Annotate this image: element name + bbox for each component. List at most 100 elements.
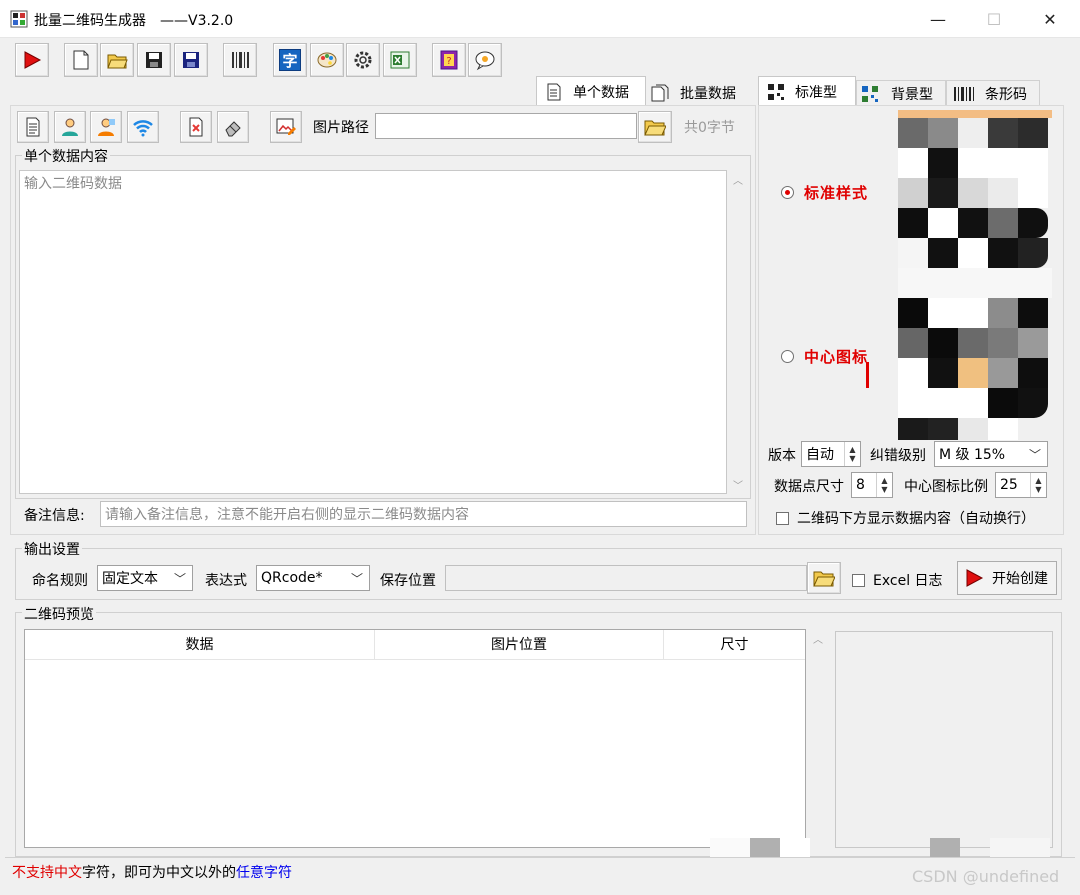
column-header-image-location[interactable]: 图片位置 [375,630,664,659]
dot-size-spin-arrows[interactable]: ▲ ▼ [876,473,892,497]
excel-log-option[interactable]: Excel 日志 [852,570,943,590]
ecc-select[interactable]: M 级 15% ﹀ [934,441,1048,467]
documents-icon [651,84,669,102]
maximize-button[interactable]: ☐ [966,0,1022,38]
browse-save-button[interactable] [807,562,841,594]
preview-image-box [835,631,1053,848]
settings-icon [354,51,372,69]
center-ratio-spinner[interactable]: 25 ▲ ▼ [995,472,1047,498]
qr-small-icon [768,83,784,100]
standard-style-label: 标准样式 [804,184,869,202]
settings-button[interactable] [346,43,380,77]
textarea-scrollbar[interactable]: ︿ ﹀ [728,170,748,494]
svg-text:?: ? [446,56,451,67]
barcode-icon [954,86,974,101]
maximize-icon: ☐ [986,9,1002,29]
window-title: 批量二维码生成器 ——V3.2.0 [34,13,234,29]
show-data-checkbox[interactable] [776,511,789,525]
tab-barcode[interactable]: 条形码 [946,80,1040,106]
save-location-input[interactable] [445,565,807,591]
show-data-option[interactable]: 二维码下方显示数据内容（自动换行） [776,508,1035,528]
scroll-down-icon[interactable]: ﹀ [733,477,743,492]
show-data-label: 二维码下方显示数据内容（自动换行） [797,511,1035,527]
browse-image-button[interactable] [638,111,672,143]
tab-background[interactable]: 背景型 [856,80,946,106]
center-icon-option[interactable]: 中心图标 [781,346,868,367]
ecc-value: M 级 15% [939,447,1006,463]
open-button[interactable] [100,43,134,77]
save-icon [146,52,162,68]
wifi-icon [133,120,153,137]
version-value: 自动 [806,447,834,463]
status-text-blue: 任意字符 [236,865,292,881]
feedback-button[interactable] [468,43,502,77]
tab-single-data[interactable]: 单个数据 [536,76,646,106]
minimize-button[interactable]: — [910,0,966,38]
tab-batch-data[interactable]: 批量数据 [646,80,754,106]
run-button[interactable] [15,43,49,77]
new-button[interactable] [64,43,98,77]
close-button[interactable]: ✕ [1022,0,1078,38]
excel-log-label: Excel 日志 [873,573,943,589]
image-edit-icon [276,118,296,135]
excel-log-checkbox[interactable] [852,573,865,587]
naming-rule-select[interactable]: 固定文本 ﹀ [97,565,193,591]
standard-style-option[interactable]: 标准样式 [781,182,868,203]
output-settings-label: 输出设置 [22,539,82,559]
clear-button[interactable] [180,111,212,143]
font-button[interactable]: 字 [273,43,307,77]
qr-data-textarea[interactable]: 输入二维码数据 [19,170,727,494]
chevron-down-icon: ﹀ [1028,448,1041,462]
app-icon [10,10,28,28]
play-icon [24,51,42,69]
watermark: CSDN @undefined [912,867,1060,886]
column-header-data[interactable]: 数据 [25,630,375,659]
center-icon-radio[interactable] [781,350,794,363]
new-file-icon [73,50,89,70]
scroll-up-icon[interactable]: ︿ [733,172,743,187]
text-file-icon [26,117,40,137]
preview-group-label: 二维码预览 [22,604,96,624]
column-header-size[interactable]: 尺寸 [664,630,805,659]
contact-card-button[interactable] [54,111,86,143]
start-create-button[interactable]: 开始创建 [957,561,1057,595]
font-icon: 字 [279,49,301,71]
folder-icon [644,120,666,136]
expression-select[interactable]: QRcode* ﹀ [256,565,370,591]
close-icon: ✕ [1043,9,1057,29]
person-blue-icon [62,118,78,136]
qr-data-placeholder: 输入二维码数据 [24,176,122,192]
vcard-button[interactable] [90,111,122,143]
center-ratio-spin-arrows[interactable]: ▲ ▼ [1030,473,1046,497]
qr-preview-image [898,110,1052,440]
eraser-button[interactable] [217,111,249,143]
save-as-button[interactable] [174,43,208,77]
chat-icon [475,51,495,71]
dot-size-spinner[interactable]: 8 ▲ ▼ [851,472,893,498]
status-text-red: 不支持中文 [12,865,82,881]
center-ratio-value: 25 [1000,477,1018,493]
color-button[interactable] [310,43,344,77]
version-spinner[interactable]: 自动 ▲ ▼ [801,441,861,467]
preview-scrollbar[interactable]: ︿ [808,629,828,848]
note-input[interactable]: 请输入备注信息，注意不能开启右侧的显示二维码数据内容 [100,501,747,527]
tab-standard[interactable]: 标准型 [758,76,856,106]
image-path-button[interactable] [270,111,302,143]
standard-style-radio[interactable] [781,186,794,199]
note-label: 备注信息: [24,508,85,524]
preview-table[interactable]: 数据 图片位置 尺寸 [24,629,806,848]
save-as-icon [183,52,199,68]
excel-button[interactable] [383,43,417,77]
help-button[interactable]: ? [432,43,466,77]
wifi-button[interactable] [127,111,159,143]
scroll-up-icon[interactable]: ︿ [813,631,823,646]
text-type-button[interactable] [17,111,49,143]
save-button[interactable] [137,43,171,77]
center-icon-label: 中心图标 [804,348,869,366]
image-path-input[interactable] [375,113,637,139]
version-spin-arrows[interactable]: ▲ ▼ [844,442,860,466]
document-icon [547,83,561,100]
center-ratio-label: 中心图标比例 [904,479,988,495]
save-location-label: 保存位置 [380,573,436,589]
barcode-reader-button[interactable] [223,43,257,77]
